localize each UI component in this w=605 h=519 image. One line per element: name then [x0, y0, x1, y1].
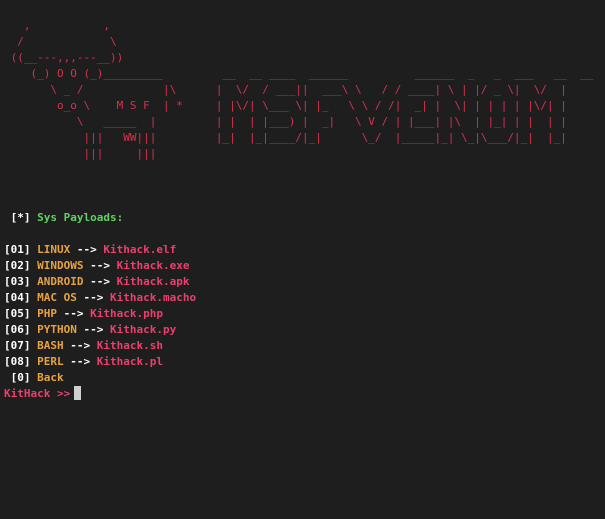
menu-item-arrow: --> [63, 307, 84, 320]
menu-item-output-file: Kithack.apk [116, 275, 190, 288]
menu-item-label: PYTHON [37, 323, 77, 336]
menu-item-output-file: Kithack.php [90, 307, 163, 320]
menu-item-label: LINUX [37, 243, 71, 256]
menu-item[interactable]: [08] PERL --> Kithack.pl [4, 354, 196, 370]
menu-item-arrow: --> [70, 339, 91, 352]
menu-item[interactable]: [0] Back [4, 370, 196, 386]
banner-line: ((__---,,,---__)) [4, 51, 124, 64]
menu-item-number: [04] [4, 291, 31, 304]
banner-line: ||| ||| [4, 147, 157, 160]
menu-item[interactable]: [03] ANDROID --> Kithack.apk [4, 274, 196, 290]
menu-item[interactable]: [04] MAC OS --> Kithack.macho [4, 290, 196, 306]
menu-item-output-file: Kithack.sh [96, 339, 163, 352]
menu-item[interactable]: [06] PYTHON --> Kithack.py [4, 322, 196, 338]
menu-item-label: PERL [37, 355, 64, 368]
menu-item-number: [05] [4, 307, 31, 320]
menu-item-label: Back [37, 371, 64, 384]
banner-line: / \ [4, 35, 117, 48]
menu-item-arrow: --> [83, 291, 104, 304]
payload-menu: [01] LINUX --> Kithack.elf [02] WINDOWS -… [4, 242, 196, 386]
banner-line: \ _ / |\ | \/ / ___|| ___\ \ / / ____| \… [4, 83, 567, 96]
menu-item-label: MAC OS [37, 291, 77, 304]
terminal-cursor[interactable] [74, 386, 82, 400]
menu-item-arrow: --> [83, 323, 104, 336]
section-title: Sys Payloads: [37, 211, 124, 224]
menu-item-number: [07] [4, 339, 31, 352]
menu-item-number: [0] [4, 371, 31, 384]
section-header: [*] Sys Payloads: [4, 210, 124, 226]
menu-item-arrow: --> [90, 275, 110, 288]
menu-item-number: [08] [4, 355, 31, 368]
menu-item[interactable]: [02] WINDOWS --> Kithack.exe [4, 258, 196, 274]
menu-item-output-file: Kithack.elf [103, 243, 177, 256]
menu-item-label: ANDROID [37, 275, 84, 288]
banner-line: o_o \ M S F | * | |\/| \___ \| |_ \ \ / … [4, 99, 567, 112]
menu-item-output-file: Kithack.exe [116, 259, 190, 272]
menu-item-label: BASH [37, 339, 64, 352]
menu-item[interactable]: [01] LINUX --> Kithack.elf [4, 242, 196, 258]
terminal-window: , , / \ ((__---,,,---__)) (_) O O (_)___… [0, 0, 605, 519]
banner-line: (_) O O (_)_________ __ __ ____ ______ _… [4, 67, 594, 80]
menu-item-label: WINDOWS [37, 259, 84, 272]
section-marker: [*] [10, 211, 31, 224]
menu-item-output-file: Kithack.pl [96, 355, 163, 368]
menu-item-number: [03] [4, 275, 31, 288]
banner-line: ||| WW||| |_| |_|____/|_| \_/ |_____|_| … [4, 131, 567, 144]
prompt-label: KitHack >> [4, 387, 71, 400]
menu-item-output-file: Kithack.macho [110, 291, 197, 304]
banner-line: , , [4, 19, 110, 32]
menu-item-label: PHP [37, 307, 57, 320]
banner-line: \ _____ | | | | |___) | _| \ V / | |___|… [4, 115, 567, 128]
menu-item-number: [02] [4, 259, 31, 272]
msfvenom-ascii-banner: , , / \ ((__---,,,---__)) (_) O O (_)___… [4, 18, 594, 162]
command-prompt[interactable]: KitHack >> [4, 386, 82, 402]
menu-item[interactable]: [07] BASH --> Kithack.sh [4, 338, 196, 354]
menu-item-output-file: Kithack.py [110, 323, 177, 336]
menu-item-arrow: --> [90, 259, 110, 272]
menu-item-number: [01] [4, 243, 31, 256]
menu-item-arrow: --> [76, 243, 97, 256]
menu-item[interactable]: [05] PHP --> Kithack.php [4, 306, 196, 322]
menu-item-number: [06] [4, 323, 31, 336]
menu-item-arrow: --> [70, 355, 91, 368]
